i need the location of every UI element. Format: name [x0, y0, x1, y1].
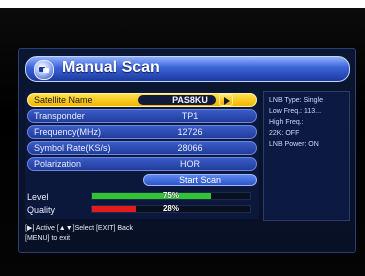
row-label: Polarization: [34, 159, 82, 169]
level-label: Level: [27, 192, 49, 202]
start-scan-label: Start Scan: [178, 175, 222, 185]
help-line-2: [MENU] to exit: [25, 235, 71, 242]
low-frequency-info: Low Freq.: 113...: [269, 108, 322, 115]
play-arrow-icon: [224, 97, 230, 105]
high-frequency-info: High Freq.:: [269, 119, 304, 126]
next-option-button[interactable]: [219, 94, 233, 106]
row-value: HOR: [180, 159, 200, 169]
help-line-1: [▶] Active [▲▼]Select [EXIT] Back: [25, 225, 133, 232]
level-percent: 75%: [162, 191, 179, 200]
title-bar: Manual Scan: [25, 56, 350, 82]
row-label: Transponder: [34, 111, 85, 121]
level-meter: 75%: [91, 191, 251, 200]
row-polarization[interactable]: Polarization HOR: [27, 157, 257, 171]
row-value: 12726: [177, 127, 203, 137]
tone-22k-info: 22K: OFF: [269, 130, 300, 137]
quality-label: Quality: [27, 205, 56, 215]
row-symbol-rate[interactable]: Symbol Rate(KS/s) 28066: [27, 141, 257, 155]
row-label: Satellite Name: [34, 95, 93, 105]
row-satellite-name[interactable]: Satellite Name PAS8KU: [27, 93, 257, 107]
dialog-title: Manual Scan: [62, 59, 160, 76]
satellite-dish-icon: [34, 60, 54, 80]
help-hints: [▶] Active [▲▼]Select [EXIT] Back [MENU]…: [25, 224, 345, 248]
lnb-info-panel: LNB Type: Single Low Freq.: 113... High …: [263, 91, 350, 221]
manual-scan-dialog: Manual Scan Satellite Name PAS8KU Transp…: [18, 48, 356, 253]
lnb-power-info: LNB Power: ON: [269, 141, 319, 148]
row-label: Frequency(MHz): [34, 127, 102, 137]
row-value: PAS8KU: [172, 95, 208, 105]
scan-settings-panel: Satellite Name PAS8KU Transponder TP1 Fr…: [25, 91, 259, 219]
row-value: TP1: [181, 111, 199, 121]
row-transponder[interactable]: Transponder TP1: [27, 109, 257, 123]
row-value: 28066: [177, 143, 203, 153]
lnb-type-info: LNB Type: Single: [269, 97, 323, 104]
quality-percent: 28%: [162, 204, 179, 213]
tv-screen: Manual Scan Satellite Name PAS8KU Transp…: [0, 8, 365, 276]
row-label: Symbol Rate(KS/s): [34, 143, 111, 153]
start-scan-button[interactable]: Start Scan: [143, 174, 257, 186]
row-frequency[interactable]: Frequency(MHz) 12726: [27, 125, 257, 139]
quality-meter: 28%: [91, 204, 251, 213]
